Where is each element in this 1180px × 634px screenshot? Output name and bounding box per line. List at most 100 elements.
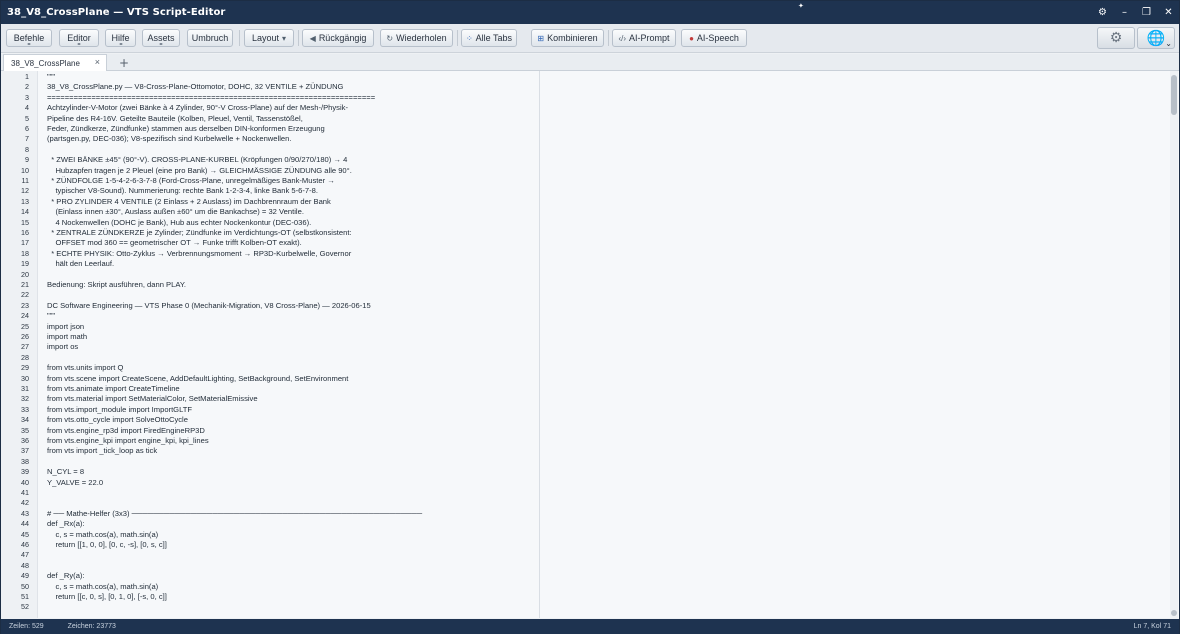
code-line[interactable]: hält den Leerlauf.	[47, 259, 114, 269]
ai-speech-button[interactable]: ● AI-Speech	[681, 29, 747, 47]
code-line[interactable]: OFFSET mod 360 == geometrischer OT → Fun…	[47, 238, 301, 248]
settings-button[interactable]: ⚙	[1097, 27, 1135, 49]
window-controls: ⚙ – ❐ ✕	[1098, 1, 1173, 24]
code-line[interactable]: (Einlass innen ±30°, Auslass außen ±60° …	[47, 207, 304, 217]
line-number: 3	[25, 92, 29, 102]
code-line[interactable]: """	[47, 72, 55, 82]
code-editor[interactable]: 1 2 3 4 5 6 7 8 9 10 11 12 13 14 15 16 17 18 19 20 21 22 23 24 2…	[1, 71, 1179, 618]
code-line[interactable]: (partsgen.py, DEC-036); V8-spezifisch si…	[47, 134, 291, 144]
line-number: 40	[21, 477, 29, 487]
code-line[interactable]: 38_V8_CrossPlane.py — V8-Cross-Plane-Ott…	[47, 82, 343, 92]
line-number: 27	[21, 342, 29, 352]
undo-button[interactable]: ◀ Rückgängig	[302, 29, 374, 47]
code-line[interactable]: def _Ry(a):	[47, 571, 85, 581]
assets-button[interactable]: Assets	[142, 29, 180, 47]
line-number: 45	[21, 529, 29, 539]
code-line[interactable]: from vts.import_module import ImportGLTF	[47, 405, 192, 415]
language-button[interactable]: 🌐 ⌄	[1137, 27, 1175, 49]
status-right: Ln 7, Kol 71	[1134, 619, 1171, 634]
befehle-button[interactable]: Befehle	[6, 29, 52, 47]
code-line[interactable]: typischer V8-Sound). Nummerierung: recht…	[47, 186, 318, 196]
line-number: 52	[21, 602, 29, 612]
code-line[interactable]: c, s = math.cos(a), math.sin(a)	[47, 582, 158, 592]
code-line[interactable]: from vts.engine_kpi import engine_kpi, k…	[47, 436, 209, 446]
code-line[interactable]: * ZÜNDFOLGE 1-5-4-2-6-3-7-8 (Ford-Cross-…	[47, 176, 335, 186]
code-line[interactable]: * ZENTRALE ZÜNDKERZE je Zylinder; Zündfu…	[47, 228, 351, 238]
ai-prompt-button[interactable]: ‹/› AI-Prompt	[612, 29, 676, 47]
umbruch-button[interactable]: Umbruch	[187, 29, 233, 47]
cursor-position: Ln 7, Kol 71	[1133, 623, 1171, 630]
line-number: 38	[21, 456, 29, 466]
ai-prompt-icon: ‹/›	[618, 33, 627, 43]
ai-speech-label: AI-Speech	[696, 33, 739, 43]
code-line[interactable]: # ── Mathe-Helfer (3x3) ────────────────…	[47, 509, 422, 519]
code-line[interactable]: 4 Nockenwellen (DOHC je Bank), Hub aus e…	[47, 218, 311, 228]
scrollbar-thumb[interactable]	[1171, 75, 1177, 115]
code-line[interactable]: ========================================…	[47, 93, 375, 103]
all-tabs-button[interactable]: ⁘ Alle Tabs	[461, 29, 517, 47]
code-line[interactable]: def _Rx(a):	[47, 519, 85, 529]
line-number: 15	[21, 217, 29, 227]
resize-grip-icon[interactable]: ✦	[798, 2, 804, 10]
code-line[interactable]: import os	[47, 342, 78, 352]
code-line[interactable]: from vts import _tick_loop as tick	[47, 446, 157, 456]
code-line[interactable]: return [[c, 0, s], [0, 1, 0], [-s, 0, c]…	[47, 592, 166, 602]
code-line[interactable]: Feder, Zündkerze, Zündfunke) stammen aus…	[47, 124, 325, 134]
layout-dropdown[interactable]: Layout ▾	[244, 29, 294, 47]
tabs-icon: ⁘	[465, 33, 473, 43]
line-number: 42	[21, 498, 29, 508]
tab-label: 38_V8_CrossPlane	[11, 58, 80, 68]
code-line[interactable]: Pipeline des R4-16V. Geteilte Bauteile (…	[47, 114, 303, 124]
close-tab-icon[interactable]: ×	[95, 57, 100, 67]
minimize-icon[interactable]: –	[1120, 1, 1129, 24]
editor-label: Editor	[67, 33, 91, 43]
dropdown-arrow-icon: ▾	[282, 33, 287, 43]
settings-icon[interactable]: ⚙	[1098, 1, 1107, 24]
status-left: Zeilen: 529 Zeichen: 23773	[9, 619, 116, 634]
code-line[interactable]: from vts.otto_cycle import SolveOttoCycl…	[47, 415, 188, 425]
scrollbar-end[interactable]	[1171, 610, 1177, 616]
code-line[interactable]: from vts.engine_rp3d import FiredEngineR…	[47, 426, 205, 436]
hilfe-button[interactable]: Hilfe	[105, 29, 136, 47]
code-line[interactable]: * ZWEI BÄNKE ±45° (90°-V). CROSS-PLANE-K…	[47, 155, 347, 165]
code-line[interactable]: * PRO ZYLINDER 4 VENTILE (2 Einlass + 2 …	[47, 197, 331, 207]
line-number: 46	[21, 540, 29, 549]
hilfe-label: Hilfe	[111, 33, 130, 43]
tab-38-v8-crossplane[interactable]: 38_V8_CrossPlane ×	[3, 54, 107, 71]
code-line[interactable]: from vts.animate import CreateTimeline	[47, 384, 180, 394]
code-line[interactable]: from vts.scene import CreateScene, AddDe…	[47, 374, 348, 384]
layout-label: Layout	[251, 33, 279, 43]
code-line[interactable]: from vts.units import Q	[47, 363, 123, 373]
line-number: 47	[21, 550, 29, 560]
maximize-icon[interactable]: ❐	[1142, 1, 1151, 24]
microphone-icon: ●	[689, 33, 694, 43]
line-number: 48	[21, 560, 29, 570]
code-line[interactable]: Hubzapfen tragen je 2 Pleuel (eine pro B…	[47, 166, 351, 176]
line-number: 19	[21, 259, 29, 269]
add-tab-button[interactable]: +	[118, 54, 130, 71]
editor-button[interactable]: Editor	[59, 29, 99, 47]
submenu-indicator-icon	[77, 43, 81, 45]
combine-button[interactable]: ⊞ Kombinieren	[531, 29, 604, 47]
code-line[interactable]: import math	[47, 332, 87, 342]
redo-button[interactable]: ↻ Wiederholen	[380, 29, 453, 47]
code-line[interactable]: """	[47, 311, 55, 321]
code-line[interactable]: * ECHTE PHYSIK: Otto-Zyklus → Verbrennun…	[47, 249, 351, 259]
code-line[interactable]: Achtzylinder-V-Motor (zwei Bänke à 4 Zyl…	[47, 103, 348, 113]
code-line[interactable]: c, s = math.cos(a), math.sin(a)	[47, 530, 158, 540]
close-icon[interactable]: ✕	[1164, 1, 1173, 24]
toolbar-separator	[298, 30, 299, 46]
code-line[interactable]: from vts.material import SetMaterialColo…	[47, 394, 258, 404]
code-line[interactable]: DC Software Engineering — VTS Phase 0 (M…	[47, 301, 371, 311]
line-number: 31	[21, 384, 29, 393]
befehle-label: Befehle	[13, 33, 45, 43]
code-line[interactable]: Bedienung: Skript ausführen, dann PLAY.	[47, 280, 186, 290]
code-line[interactable]: return [[1, 0, 0], [0, c, -s], [0, s, c]…	[47, 540, 166, 550]
code-line[interactable]: N_CYL = 8	[47, 467, 84, 477]
vertical-scrollbar[interactable]	[1170, 71, 1178, 618]
code-line[interactable]: import json	[47, 322, 84, 332]
line-number: 5	[25, 113, 29, 123]
line-number: 4	[25, 103, 29, 113]
code-line[interactable]: Y_VALVE = 22.0	[47, 478, 103, 488]
line-number: 7	[25, 134, 29, 144]
